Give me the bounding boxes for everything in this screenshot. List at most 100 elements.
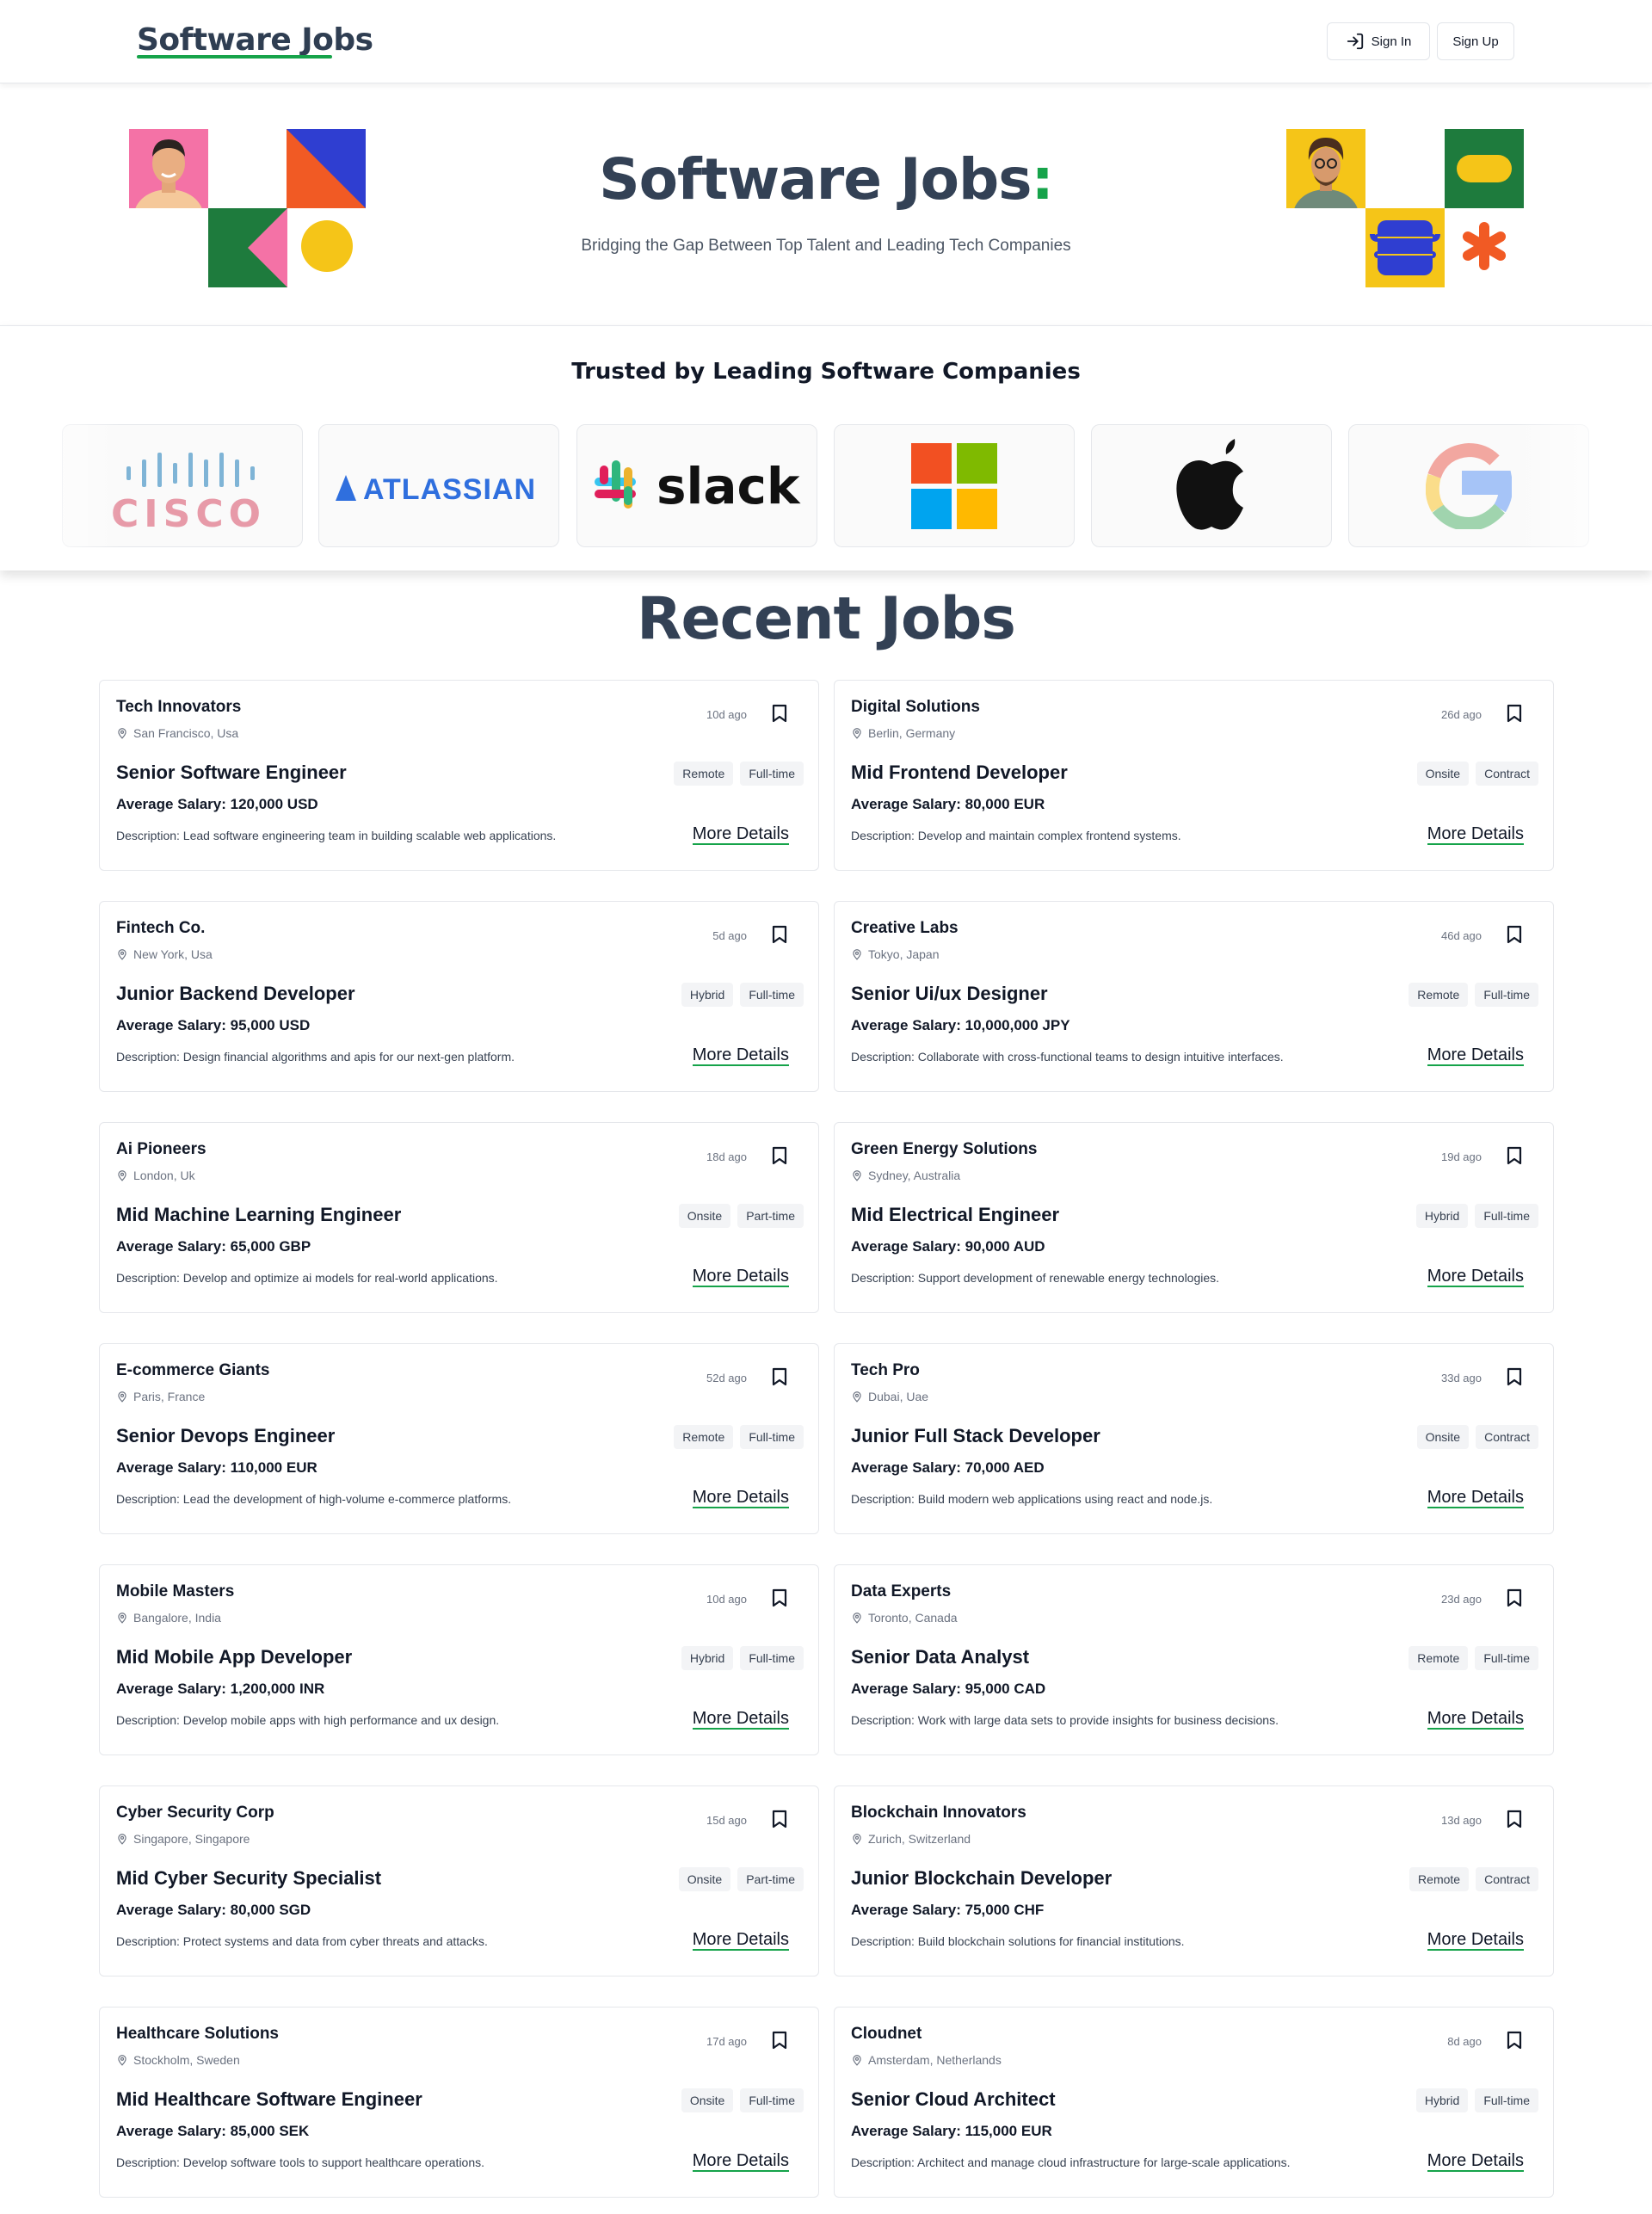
more-details-link[interactable]: More Details xyxy=(692,824,789,845)
more-details-link[interactable]: More Details xyxy=(692,1488,789,1508)
more-details-link[interactable]: More Details xyxy=(692,1267,789,1287)
bookmark-icon[interactable] xyxy=(772,2031,787,2054)
job-title: Mid Healthcare Software Engineer xyxy=(116,2088,422,2110)
job-tag-employment: Part-time xyxy=(737,1204,804,1228)
more-details-link[interactable]: More Details xyxy=(1427,1267,1524,1287)
more-details-link[interactable]: More Details xyxy=(1427,1930,1524,1951)
job-location: Sydney, Australia xyxy=(851,1169,960,1182)
job-card[interactable]: Mobile Masters Bangalore, India 10d ago … xyxy=(99,1564,819,1755)
job-tags: Onsite Part-time xyxy=(678,1867,804,1891)
sign-in-button[interactable]: Sign In xyxy=(1327,22,1430,60)
location-pin-icon xyxy=(118,1170,126,1181)
bookmark-icon[interactable] xyxy=(1507,1588,1522,1612)
location-pin-icon xyxy=(853,1613,861,1624)
job-posted-ago: 10d ago xyxy=(706,708,747,721)
job-tag-employment: Full-time xyxy=(740,1646,804,1670)
job-salary: Average Salary: 85,000 SEK xyxy=(116,2123,310,2139)
hero-title-colon: : xyxy=(1031,146,1053,213)
job-posted-ago: 17d ago xyxy=(706,2035,747,2048)
job-posted-ago: 23d ago xyxy=(1441,1593,1482,1606)
job-salary: Average Salary: 80,000 SGD xyxy=(116,1902,311,1918)
job-company: Mobile Masters xyxy=(116,1582,235,1600)
job-card[interactable]: E-commerce Giants Paris, France 52d ago … xyxy=(99,1343,819,1534)
bookmark-icon[interactable] xyxy=(1507,1367,1522,1391)
bookmark-icon[interactable] xyxy=(1507,704,1522,727)
trusted-heading: Trusted by Leading Software Companies xyxy=(571,359,1081,385)
job-salary: Average Salary: 115,000 EUR xyxy=(851,2123,1052,2139)
job-tags: Remote Full-time xyxy=(674,762,804,786)
more-details-link[interactable]: More Details xyxy=(692,1709,789,1730)
job-location: Amsterdam, Netherlands xyxy=(851,2053,1002,2067)
more-details-link[interactable]: More Details xyxy=(1427,1709,1524,1730)
job-tag-worktype: Onsite xyxy=(681,2088,734,2112)
location-pin-icon xyxy=(118,1391,126,1403)
job-tag-employment: Full-time xyxy=(740,762,804,786)
job-location: Zurich, Switzerland xyxy=(851,1832,971,1846)
logo-card-atlassian: ATLASSIAN xyxy=(318,424,559,547)
job-card[interactable]: Cyber Security Corp Singapore, Singapore… xyxy=(99,1785,819,1977)
bookmark-icon[interactable] xyxy=(772,1146,787,1169)
more-details-link[interactable]: More Details xyxy=(1427,1045,1524,1066)
more-details-link[interactable]: More Details xyxy=(692,1045,789,1066)
job-tags: Hybrid Full-time xyxy=(1415,2088,1538,2112)
job-salary: Average Salary: 80,000 EUR xyxy=(851,796,1045,812)
job-card[interactable]: Blockchain Innovators Zurich, Switzerlan… xyxy=(834,1785,1554,1977)
bookmark-icon[interactable] xyxy=(1507,925,1522,948)
location-pin-icon xyxy=(853,949,861,960)
more-details-link[interactable]: More Details xyxy=(1427,2151,1524,2172)
job-location-text: Berlin, Germany xyxy=(868,726,956,740)
job-tag-worktype: Onsite xyxy=(1416,762,1470,786)
job-title: Mid Electrical Engineer xyxy=(851,1204,1060,1225)
bookmark-icon[interactable] xyxy=(772,704,787,727)
bookmark-icon[interactable] xyxy=(772,1367,787,1391)
job-title: Junior Blockchain Developer xyxy=(851,1867,1113,1889)
job-tag-employment: Part-time xyxy=(737,1867,804,1891)
hero-title: Software Jobs: xyxy=(599,146,1054,213)
job-tag-employment: Full-time xyxy=(740,983,804,1007)
job-posted-ago: 26d ago xyxy=(1441,708,1482,721)
job-tag-employment: Contract xyxy=(1476,762,1538,786)
job-card[interactable]: Ai Pioneers London, Uk 18d ago Mid Machi… xyxy=(99,1122,819,1313)
job-description: Description: Lead software engineering t… xyxy=(116,829,557,842)
job-tag-worktype: Hybrid xyxy=(1415,1204,1469,1228)
job-location-text: Stockholm, Sweden xyxy=(133,2053,240,2067)
logo-card-apple xyxy=(1091,424,1332,547)
job-location: Paris, France xyxy=(116,1390,205,1403)
more-details-link[interactable]: More Details xyxy=(1427,1488,1524,1508)
bookmark-icon[interactable] xyxy=(1507,1146,1522,1169)
job-company: Tech Innovators xyxy=(116,698,242,716)
job-card[interactable]: Green Energy Solutions Sydney, Australia… xyxy=(834,1122,1554,1313)
job-tag-worktype: Remote xyxy=(674,1425,734,1449)
job-tags: Onsite Part-time xyxy=(678,1204,804,1228)
job-card[interactable]: Fintech Co. New York, Usa 5d ago Junior … xyxy=(99,901,819,1092)
job-company: Green Energy Solutions xyxy=(851,1140,1038,1158)
bookmark-icon[interactable] xyxy=(772,1588,787,1612)
job-title: Mid Machine Learning Engineer xyxy=(116,1204,402,1225)
job-card[interactable]: Healthcare Solutions Stockholm, Sweden 1… xyxy=(99,2007,819,2198)
sign-in-icon xyxy=(1347,33,1363,50)
more-details-link[interactable]: More Details xyxy=(692,2151,789,2172)
job-location-text: Singapore, Singapore xyxy=(133,1832,250,1846)
bookmark-icon[interactable] xyxy=(1507,1810,1522,1833)
brand-logo[interactable]: Software Jobs xyxy=(137,22,373,58)
job-tag-employment: Contract xyxy=(1476,1867,1538,1891)
job-card[interactable]: Tech Pro Dubai, Uae 33d ago Junior Full … xyxy=(834,1343,1554,1534)
job-posted-ago: 8d ago xyxy=(1447,2035,1482,2048)
job-card[interactable]: Creative Labs Tokyo, Japan 46d ago Senio… xyxy=(834,901,1554,1092)
bookmark-icon[interactable] xyxy=(772,925,787,948)
job-location: London, Uk xyxy=(116,1169,195,1182)
job-card[interactable]: Digital Solutions Berlin, Germany 26d ag… xyxy=(834,680,1554,871)
job-card[interactable]: Tech Innovators San Francisco, Usa 10d a… xyxy=(99,680,819,871)
job-title: Senior Devops Engineer xyxy=(116,1425,336,1446)
sign-up-button[interactable]: Sign Up xyxy=(1437,22,1514,60)
more-details-link[interactable]: More Details xyxy=(1427,824,1524,845)
job-card[interactable]: Data Experts Toronto, Canada 23d ago Sen… xyxy=(834,1564,1554,1755)
job-location: San Francisco, Usa xyxy=(116,726,238,740)
job-title: Senior Software Engineer xyxy=(116,762,347,783)
job-tags: Remote Contract xyxy=(1409,1867,1538,1891)
more-details-link[interactable]: More Details xyxy=(692,1930,789,1951)
job-tag-worktype: Remote xyxy=(1409,1867,1470,1891)
bookmark-icon[interactable] xyxy=(772,1810,787,1833)
bookmark-icon[interactable] xyxy=(1507,2031,1522,2054)
job-card[interactable]: Cloudnet Amsterdam, Netherlands 8d ago S… xyxy=(834,2007,1554,2198)
